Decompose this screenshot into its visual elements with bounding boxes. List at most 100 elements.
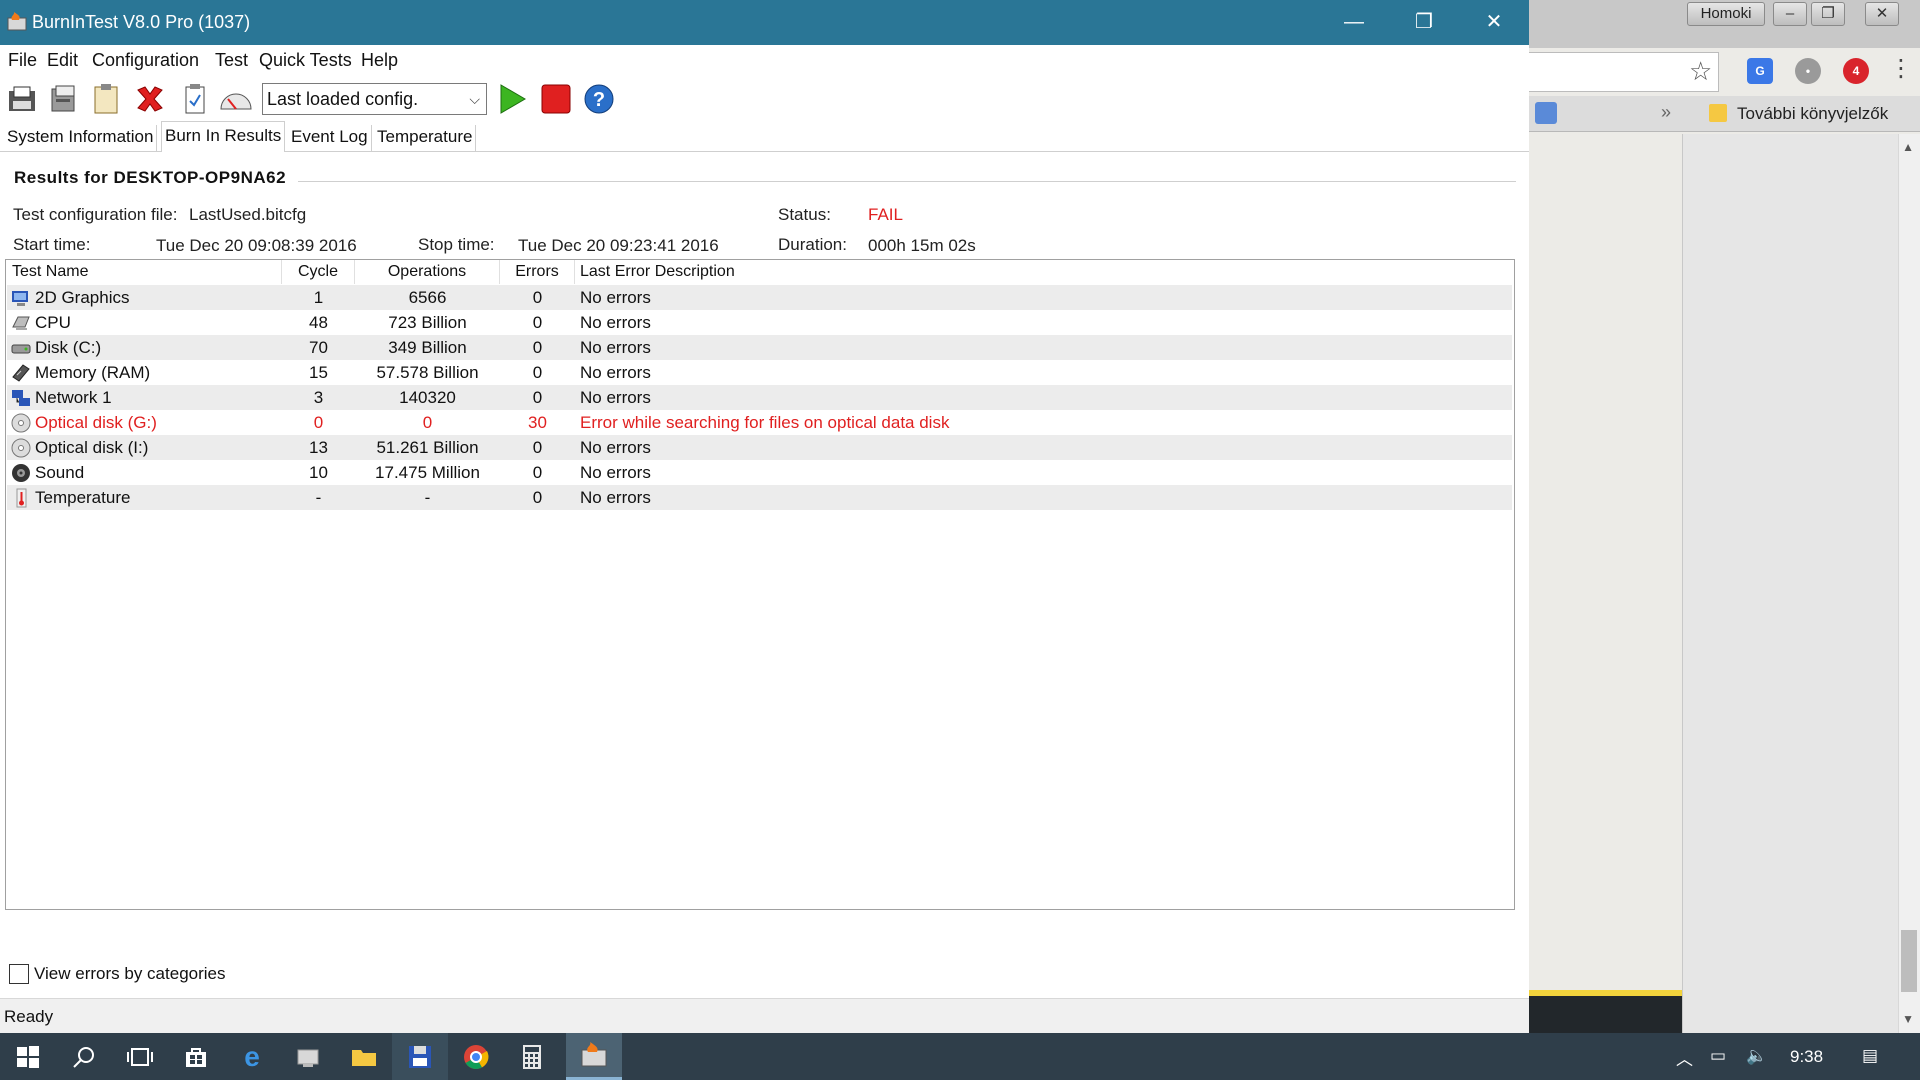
cell-test-name: Disk (C:) <box>35 338 102 357</box>
menu-bar: File Edit Configuration Test Quick Tests… <box>0 45 1529 77</box>
cell-cycle: 15 <box>309 363 328 382</box>
translate-bookmark-icon[interactable] <box>1535 102 1557 124</box>
title-bar[interactable]: BurnInTest V8.0 Pro (1037) — ❐ ✕ <box>0 0 1529 45</box>
scrollbar-thumb[interactable] <box>1901 930 1917 992</box>
start-button[interactable] <box>0 1033 56 1080</box>
column-header-errors[interactable]: Errors <box>500 260 575 284</box>
speedometer-button[interactable] <box>218 81 254 117</box>
duration-value: 000h 15m 02s <box>868 236 976 255</box>
floppy-app-button[interactable] <box>392 1033 448 1080</box>
cell-cycle: 3 <box>313 388 324 407</box>
browser-profile-button[interactable]: Homoki <box>1687 2 1765 26</box>
cell-operations: 17.475 Million <box>375 463 480 482</box>
close-button[interactable]: ✕ <box>1459 0 1529 45</box>
table-row[interactable]: CPU 48 723 Billion 0 No errors <box>7 310 1512 335</box>
start-test-button[interactable] <box>494 81 530 117</box>
heading-divider <box>298 181 1516 182</box>
app-button[interactable] <box>280 1033 336 1080</box>
table-row[interactable]: Temperature - - 0 No errors <box>7 485 1512 510</box>
bookmark-star-icon[interactable]: ☆ <box>1689 56 1712 87</box>
cell-last-error: No errors <box>580 438 651 457</box>
menu-edit[interactable]: Edit <box>47 50 78 71</box>
tab-temperature[interactable]: Temperature <box>374 125 477 151</box>
menu-configuration[interactable]: Configuration <box>92 50 199 71</box>
cell-cycle: 70 <box>309 338 328 357</box>
table-row[interactable]: 2D Graphics 1 6566 0 No errors <box>7 285 1512 310</box>
table-row[interactable]: Disk (C:) 70 349 Billion 0 No errors <box>7 335 1512 360</box>
start-icon <box>500 84 526 114</box>
browser-scrollbar[interactable] <box>1898 134 1920 1033</box>
table-row[interactable]: Optical disk (G:) 0 0 30 Error while searchi… <box>7 410 1512 435</box>
translate-extension-icon[interactable]: G <box>1747 58 1773 84</box>
view-errors-checkbox[interactable] <box>9 964 29 984</box>
browser-menu-icon[interactable]: ⋮ <box>1889 54 1913 83</box>
opera-extension-icon[interactable]: 4 <box>1843 58 1869 84</box>
task-view-button[interactable] <box>112 1033 168 1080</box>
minimize-button[interactable]: — <box>1319 0 1389 45</box>
menu-quick-tests[interactable]: Quick Tests <box>259 50 352 71</box>
clipboard-check-icon <box>185 84 205 114</box>
save-button[interactable] <box>4 81 40 117</box>
help-button[interactable]: ? <box>581 81 617 117</box>
column-header-test-name[interactable]: Test Name <box>12 260 282 284</box>
sound-icon <box>11 463 31 483</box>
browser-page-content <box>1529 134 1682 990</box>
table-row[interactable]: Memory (RAM) 15 57.578 Billion 0 No errors <box>7 360 1512 385</box>
browser-minimize-button[interactable]: – <box>1773 2 1807 26</box>
clipboard-check-button[interactable] <box>176 81 212 117</box>
cell-operations: 349 Billion <box>388 338 467 357</box>
burnintest-taskbar-button[interactable] <box>566 1033 622 1080</box>
browser-restore-button[interactable]: ❐ <box>1811 2 1845 26</box>
tab-burn-in-results[interactable]: Burn In Results <box>161 121 286 152</box>
duration-label: Duration: <box>778 235 847 254</box>
tab-event-log[interactable]: Event Log <box>288 125 372 151</box>
edge-icon: e <box>244 1040 260 1072</box>
cell-errors: 0 <box>532 463 543 482</box>
search-button[interactable] <box>56 1033 112 1080</box>
column-header-last-error[interactable]: Last Error Description <box>575 260 1475 284</box>
browser-close-button[interactable]: ✕ <box>1865 2 1899 26</box>
results-panel: Results for DESKTOP-OP9NA62 Test configu… <box>0 152 1529 998</box>
bookmarks-more-button[interactable]: » <box>1661 102 1671 123</box>
scroll-up-icon[interactable]: ▲ <box>1902 140 1914 154</box>
menu-file[interactable]: File <box>8 50 37 71</box>
stop-test-button[interactable] <box>538 81 574 117</box>
results-table[interactable]: Test Name Cycle Operations Errors Last E… <box>5 259 1515 910</box>
optical-disk-icon <box>11 438 31 458</box>
network-icon[interactable]: ▭ <box>1710 1046 1726 1066</box>
table-row[interactable]: Sound 10 17.475 Million 0 No errors <box>7 460 1512 485</box>
cell-errors: 0 <box>532 388 543 407</box>
volume-icon[interactable]: 🔈 <box>1746 1046 1767 1066</box>
thermometer-icon <box>11 488 31 508</box>
scroll-down-icon[interactable]: ▼ <box>1902 1012 1914 1026</box>
action-center-icon[interactable]: ▤ <box>1862 1046 1878 1066</box>
table-row[interactable]: Network 1 3 140320 0 No errors <box>7 385 1512 410</box>
column-header-cycle[interactable]: Cycle <box>282 260 355 284</box>
restore-button[interactable]: ❐ <box>1389 0 1459 45</box>
print-icon <box>51 85 75 112</box>
save-icon <box>9 86 35 111</box>
clipboard-button[interactable] <box>88 81 124 117</box>
print-button[interactable] <box>46 81 82 117</box>
cell-operations: 723 Billion <box>388 313 467 332</box>
menu-test[interactable]: Test <box>215 50 248 71</box>
extension-icon[interactable]: • <box>1795 58 1821 84</box>
optical-disk-icon <box>11 413 31 433</box>
view-errors-label[interactable]: View errors by categories <box>34 964 226 984</box>
clear-results-button[interactable] <box>132 81 168 117</box>
clock[interactable]: 9:38 <box>1790 1047 1823 1067</box>
chrome-button[interactable] <box>448 1033 504 1080</box>
tab-system-information[interactable]: System Information <box>4 125 158 151</box>
store-button[interactable] <box>168 1033 224 1080</box>
menu-help[interactable]: Help <box>361 50 398 71</box>
file-explorer-button[interactable] <box>336 1033 392 1080</box>
config-select[interactable]: Last loaded config. ⌵ <box>262 83 487 115</box>
table-row[interactable]: Optical disk (I:) 13 51.261 Billion 0 No err… <box>7 435 1512 460</box>
calculator-button[interactable] <box>504 1033 560 1080</box>
edge-button[interactable]: e <box>224 1033 280 1080</box>
column-header-operations[interactable]: Operations <box>355 260 500 284</box>
cell-operations: - <box>424 488 431 507</box>
bookmark-folder-other[interactable]: További könyvjelzők <box>1737 104 1888 124</box>
tray-chevron-up-icon[interactable]: ︿ <box>1676 1045 1693 1070</box>
folder-icon <box>1709 104 1727 122</box>
